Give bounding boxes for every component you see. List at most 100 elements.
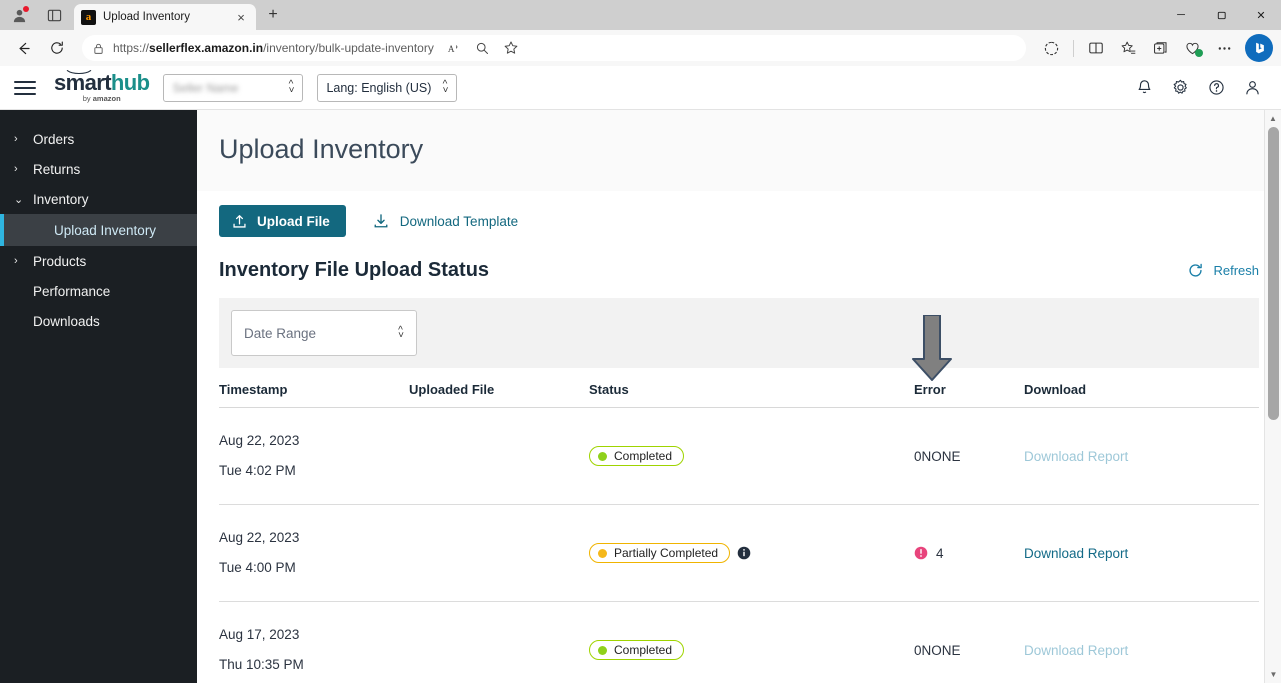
- page-title-band: Upload Inventory: [197, 110, 1281, 191]
- sidebar-item-inventory[interactable]: ⌄ Inventory: [0, 184, 197, 214]
- profile-button[interactable]: [6, 2, 32, 28]
- help-icon[interactable]: [1205, 77, 1227, 99]
- column-download: Download: [1024, 368, 1259, 408]
- cell-status: Partially Completed: [589, 504, 914, 602]
- timestamp-time: Thu 10:35 PM: [219, 657, 304, 672]
- browser-tab[interactable]: a Upload Inventory ×: [74, 4, 256, 30]
- cell-uploaded-file: [409, 601, 589, 683]
- notification-bell-icon[interactable]: [1133, 77, 1155, 99]
- sidebar-item-returns[interactable]: › Returns: [0, 154, 197, 184]
- status-label: Partially Completed: [614, 546, 719, 560]
- language-select[interactable]: Lang: English (US) ^ ˅: [317, 73, 458, 102]
- minimize-button[interactable]: ─: [1161, 0, 1201, 30]
- status-dot-icon: [598, 645, 607, 655]
- window-controls: ─ ✕: [1161, 0, 1281, 30]
- sidebar-item-downloads[interactable]: Downloads: [0, 306, 197, 336]
- lock-icon: [94, 43, 103, 54]
- scrollbar-thumb[interactable]: [1268, 127, 1279, 420]
- close-window-button[interactable]: ✕: [1241, 0, 1281, 30]
- main-content: Upload Inventory Upload File Download Te…: [197, 110, 1281, 683]
- upload-icon: [233, 214, 246, 228]
- error-text: 0NONE: [914, 642, 961, 658]
- brand-name: smarthub: [54, 70, 150, 96]
- url-path: /inventory/bulk-update-inventory: [263, 41, 434, 55]
- collections-icon[interactable]: [1145, 34, 1175, 62]
- browser-toolbar: https://sellerflex.amazon.in/inventory/b…: [0, 30, 1281, 66]
- byline-brand: amazon: [92, 94, 121, 104]
- header-actions: [1133, 77, 1267, 99]
- sidebar-item-products[interactable]: › Products: [0, 246, 197, 276]
- amazon-favicon: a: [81, 9, 96, 25]
- sidebar-item-upload-inventory[interactable]: Upload Inventory: [0, 214, 197, 246]
- sidebar-item-orders[interactable]: › Orders: [0, 124, 197, 154]
- cell-error: 0NONE: [914, 407, 1024, 505]
- smarthub-logo: smarthub by amazon: [54, 70, 150, 104]
- tab-actions-button[interactable]: [42, 3, 66, 27]
- column-timestamp: Timestamp: [219, 368, 409, 408]
- scroll-down-arrow-icon[interactable]: ▼: [1265, 666, 1281, 683]
- favorite-star-icon[interactable]: [498, 36, 524, 60]
- settings-more-icon[interactable]: [1209, 34, 1239, 62]
- tab-title: Upload Inventory: [103, 11, 190, 23]
- address-bar[interactable]: https://sellerflex.amazon.in/inventory/b…: [82, 35, 1026, 61]
- sidebar-item-performance[interactable]: Performance: [0, 276, 197, 306]
- amazon-smile-icon: [66, 70, 92, 75]
- toolbar-divider: [1073, 39, 1074, 57]
- filter-bar: Date Range ^ ˅: [219, 298, 1259, 368]
- cell-error: 4: [914, 504, 1024, 602]
- cell-download: Download Report: [1024, 601, 1259, 683]
- sidebar-item-label: Performance: [33, 283, 111, 299]
- account-select[interactable]: Seller Name ^ ˅: [163, 73, 304, 102]
- close-icon[interactable]: ×: [233, 9, 249, 25]
- back-button[interactable]: [8, 34, 38, 62]
- bing-chat-icon[interactable]: [1245, 34, 1273, 62]
- table-row[interactable]: Aug 22, 2023 Tue 4:00 PM Partially Compl…: [219, 504, 1259, 602]
- sidebar-item-label: Upload Inventory: [54, 222, 157, 238]
- timestamp-date: Aug 22, 2023: [219, 530, 300, 545]
- vertical-tabs-icon: [47, 9, 61, 21]
- upload-status-table: Timestamp Uploaded File Status Error Dow…: [219, 368, 1259, 683]
- refresh-label: Refresh: [1213, 263, 1259, 278]
- browser-essentials-icon[interactable]: [1177, 34, 1207, 62]
- favorites-icon[interactable]: [1113, 34, 1143, 62]
- read-aloud-icon[interactable]: A: [442, 36, 468, 60]
- new-tab-button[interactable]: +: [260, 2, 286, 28]
- table-row[interactable]: Aug 17, 2023 Thu 10:35 PM Completed 0NON…: [219, 601, 1259, 683]
- settings-gear-icon[interactable]: [1169, 77, 1191, 99]
- copilot-icon[interactable]: [1036, 34, 1066, 62]
- section-header: Inventory File Upload Status Refresh: [197, 237, 1281, 282]
- brand-name-part2: hub: [110, 70, 150, 96]
- sidebar-item-label: Orders: [33, 131, 75, 147]
- scroll-up-arrow-icon[interactable]: ▲: [1265, 110, 1281, 127]
- hamburger-menu-icon[interactable]: [14, 77, 36, 99]
- download-report-link[interactable]: Download Report: [1024, 546, 1128, 561]
- status-dot-icon: [598, 548, 607, 558]
- app-body: › Orders › Returns ⌄ Inventory Upload In…: [0, 110, 1281, 683]
- split-screen-icon[interactable]: [1081, 34, 1111, 62]
- vertical-scrollbar[interactable]: ▲ ▼: [1264, 110, 1281, 683]
- info-icon[interactable]: [737, 546, 751, 560]
- reload-button[interactable]: [42, 34, 72, 62]
- svg-text:A: A: [448, 43, 455, 53]
- refresh-button[interactable]: Refresh: [1187, 262, 1259, 279]
- browser-titlebar: a Upload Inventory × + ─ ✕: [0, 0, 1281, 30]
- table-row[interactable]: Aug 22, 2023 Tue 4:02 PM Completed 0NONE…: [219, 407, 1259, 505]
- date-range-select[interactable]: Date Range ^ ˅: [231, 310, 417, 356]
- column-status: Status: [589, 368, 914, 408]
- timestamp-time: Tue 4:02 PM: [219, 463, 296, 478]
- upload-file-button[interactable]: Upload File: [219, 205, 346, 237]
- maximize-button[interactable]: [1201, 0, 1241, 30]
- download-template-link[interactable]: Download Template: [372, 212, 518, 230]
- chevron-right-icon: ›: [14, 133, 18, 145]
- timestamp-date: Aug 17, 2023: [219, 627, 300, 642]
- search-icon[interactable]: [470, 36, 496, 60]
- back-arrow-icon: [19, 42, 30, 54]
- download-icon: [374, 214, 388, 228]
- cell-status: Completed: [589, 407, 914, 505]
- column-uploaded-file: Uploaded File: [409, 368, 589, 408]
- table-body: Aug 22, 2023 Tue 4:02 PM Completed 0NONE…: [219, 407, 1259, 683]
- cell-timestamp: Aug 22, 2023 Tue 4:00 PM: [219, 504, 409, 602]
- sidebar: › Orders › Returns ⌄ Inventory Upload In…: [0, 110, 197, 683]
- user-account-icon[interactable]: [1241, 77, 1263, 99]
- profile-notification-dot: [23, 6, 29, 12]
